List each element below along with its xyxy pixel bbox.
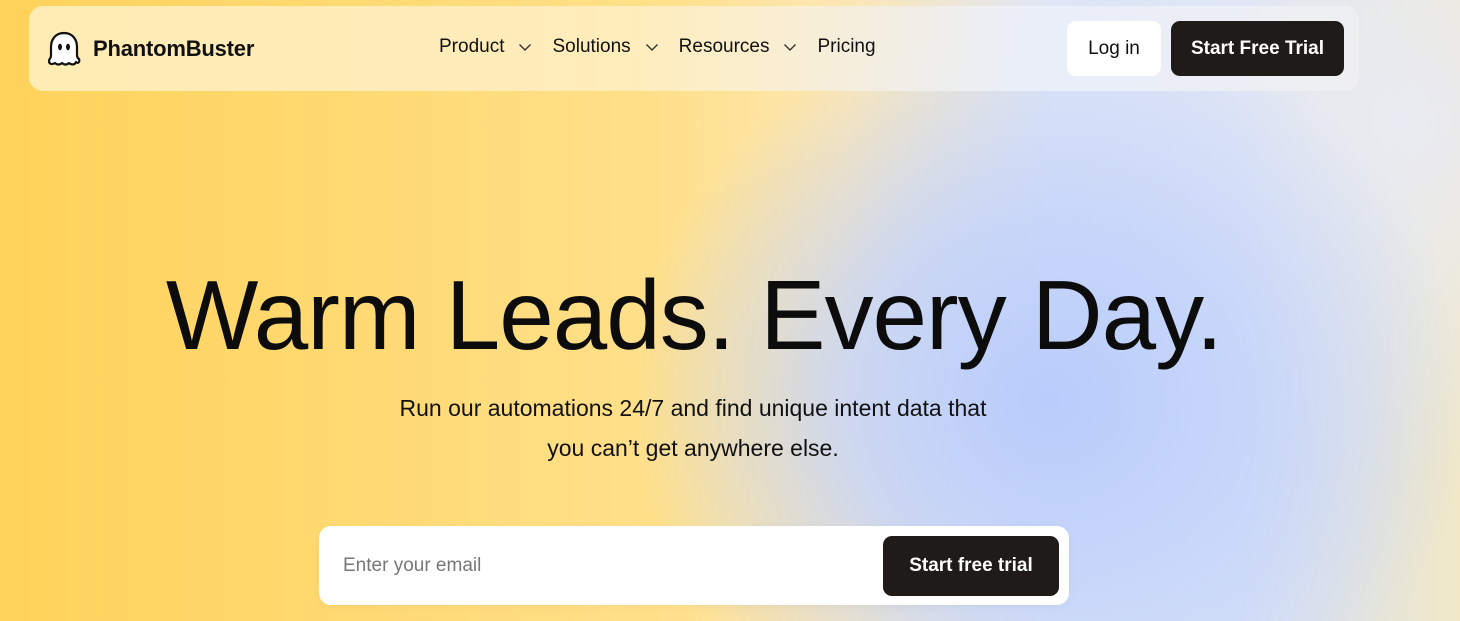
nav-item-label: Resources [678, 36, 770, 57]
nav-item-label: Solutions [552, 36, 631, 57]
start-free-trial-button[interactable]: Start Free Trial [1171, 21, 1344, 76]
nav-item-label: Pricing [817, 36, 876, 57]
main-nav: Product Solutions Resources Pricing [439, 36, 892, 58]
email-signup-form: Start free trial [319, 526, 1069, 605]
nav-item-solutions[interactable]: Solutions [552, 36, 662, 58]
nav-item-product[interactable]: Product [439, 36, 536, 58]
top-navbar: PhantomBuster Product Solutions Resource… [29, 6, 1359, 91]
start-free-trial-submit-button[interactable]: Start free trial [883, 536, 1059, 596]
email-input[interactable] [343, 546, 863, 586]
nav-item-resources[interactable]: Resources [679, 36, 802, 58]
ghost-icon [47, 31, 81, 66]
chevron-down-icon [784, 44, 797, 51]
hero-subtitle-line-1: Run our automations 24/7 and find unique… [399, 395, 987, 421]
chevron-down-icon [645, 44, 658, 51]
nav-item-label: Product [439, 36, 505, 57]
brand-name: PhantomBuster [93, 36, 255, 61]
hero-title: Warm Leads. Every Day. [165, 260, 1223, 370]
hero-subtitle: Run our automations 24/7 and find unique… [344, 388, 1042, 468]
brand[interactable]: PhantomBuster [47, 31, 254, 67]
nav-item-pricing[interactable]: Pricing [817, 36, 875, 58]
chevron-down-icon [519, 44, 532, 51]
hero-subtitle-line-2: you can’t get anywhere else. [547, 435, 839, 461]
login-button[interactable]: Log in [1067, 21, 1161, 76]
